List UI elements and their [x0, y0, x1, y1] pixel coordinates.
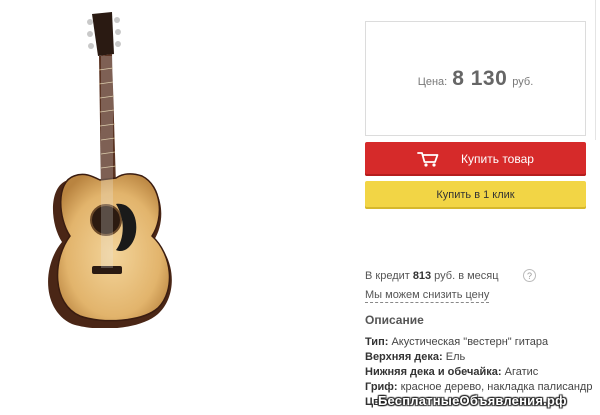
discount-link[interactable]: Мы можем снизить цену [365, 289, 490, 303]
description-title: Описание [365, 313, 424, 327]
price-value: 8 130 [452, 66, 508, 90]
spec-value: Ель [445, 351, 466, 363]
spec-top-deck: Верхняя дека: Ель [365, 351, 465, 363]
spec-key: Верхняя дека: [365, 351, 443, 363]
cart-icon [417, 151, 439, 167]
column-divider [595, 0, 596, 140]
spec-key: Нижняя дека и обечайка: [365, 366, 502, 378]
buy-button[interactable]: Купить товар [365, 142, 586, 176]
spec-value: красное дерево, накладка палисандр [400, 381, 593, 393]
spec-value: Акустическая "вестерн" гитара [391, 336, 549, 348]
product-image [30, 10, 180, 328]
credit-offer: В кредит 813 руб. в месяц [365, 270, 499, 282]
buy-button-label: Купить товар [461, 152, 534, 166]
price-currency: руб. [512, 75, 534, 88]
price-label: Цена: [417, 75, 448, 88]
credit-amount: 813 [412, 270, 432, 282]
acoustic-guitar-icon [48, 12, 172, 328]
spec-back-and-sides: Нижняя дека и обечайка: Агатис [365, 366, 538, 378]
spec-type: Тип: Акустическая "вестерн" гитара [365, 336, 548, 348]
price-box: Цена: 8 130 руб. [365, 21, 586, 136]
spec-key: Тип: [365, 336, 389, 348]
one-click-buy-button[interactable]: Купить в 1 клик [365, 181, 586, 209]
one-click-buy-label: Купить в 1 клик [436, 189, 515, 201]
spec-key: Гриф: [365, 381, 398, 393]
site-watermark: БесплатныеОбъявления.рф [378, 393, 567, 408]
help-icon[interactable]: ? [523, 269, 536, 282]
credit-prefix: В кредит [365, 270, 410, 282]
credit-suffix: руб. в месяц [434, 270, 499, 282]
spec-neck: Гриф: красное дерево, накладка палисандр [365, 381, 592, 393]
price-line: Цена: 8 130 руб. [418, 67, 534, 91]
spec-value: Агатис [504, 366, 539, 378]
